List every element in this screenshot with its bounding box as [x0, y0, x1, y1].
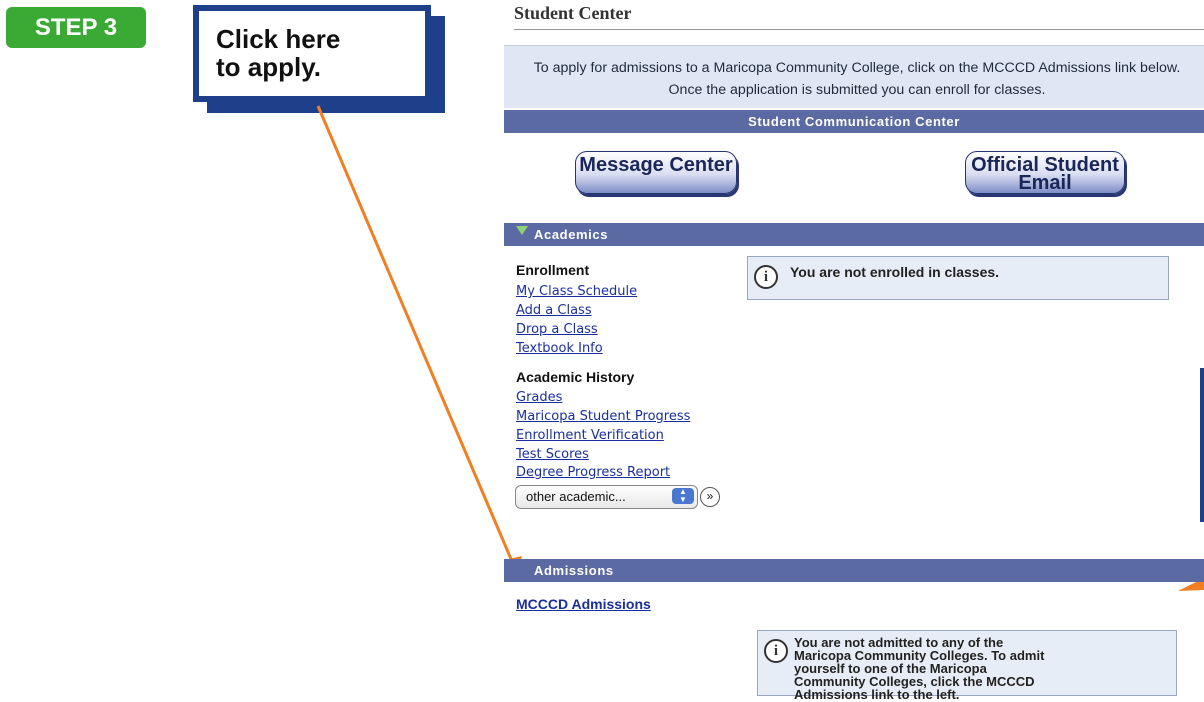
intro-panel: To apply for admissions to a Maricopa Co… — [504, 45, 1204, 108]
link-textbook-info[interactable]: Textbook Info — [516, 341, 603, 356]
link-test-scores[interactable]: Test Scores — [516, 447, 589, 462]
message-center-label: Message Center — [579, 154, 733, 176]
title-divider — [514, 29, 1204, 30]
academics-header-label: Academics — [534, 227, 609, 242]
intro-text: To apply for admissions to a Maricopa Co… — [533, 60, 1181, 98]
admissions-info-box: i You are not admitted to any of the Mar… — [757, 630, 1177, 701]
admissions-header-label: Admissions — [534, 563, 614, 578]
academic-history-title: Academic History — [516, 369, 635, 385]
link-enrollment-verification[interactable]: Enrollment Verification — [516, 428, 664, 443]
arrow-line — [316, 105, 516, 567]
academics-header[interactable]: Academics — [504, 223, 1204, 246]
admissions-header[interactable]: Admissions — [504, 559, 1204, 582]
enrollment-info-box: i You are not enrolled in classes. — [747, 256, 1169, 300]
select-arrows-icon: ▲ ▼ — [672, 488, 694, 504]
link-drop-a-class[interactable]: Drop a Class — [516, 322, 598, 337]
message-center-button[interactable]: Message Center — [575, 151, 737, 194]
link-mcccd-admissions[interactable]: MCCCD Admissions — [516, 596, 651, 612]
page-title: Student Center — [514, 3, 632, 23]
collapse-triangle-icon[interactable] — [516, 226, 528, 235]
edge-callout-border — [1200, 368, 1204, 522]
link-degree-progress-report[interactable]: Degree Progress Report — [516, 465, 670, 480]
other-academic-select[interactable]: other academic... ▲ ▼ — [515, 485, 698, 509]
go-double-chevron-icon[interactable]: » — [700, 487, 720, 507]
link-add-a-class[interactable]: Add a Class — [516, 303, 592, 318]
official-email-label: Official Student Email — [971, 154, 1119, 194]
enrollment-info-text: You are not enrolled in classes. — [790, 264, 1000, 280]
info-icon: i — [754, 265, 778, 289]
other-academic-value: other academic... — [526, 489, 626, 504]
communication-header-label: Student Communication Center — [748, 114, 960, 129]
link-grades[interactable]: Grades — [516, 390, 562, 405]
enrollment-title: Enrollment — [516, 262, 590, 278]
communication-header: Student Communication Center — [504, 110, 1204, 133]
official-email-button[interactable]: Official Student Email — [965, 151, 1125, 194]
info-icon: i — [764, 639, 788, 663]
link-my-class-schedule[interactable]: My Class Schedule — [516, 284, 637, 299]
link-maricopa-student-progress[interactable]: Maricopa Student Progress — [516, 409, 690, 424]
admissions-info-text: You are not admitted to any of the Maric… — [794, 635, 1045, 702]
